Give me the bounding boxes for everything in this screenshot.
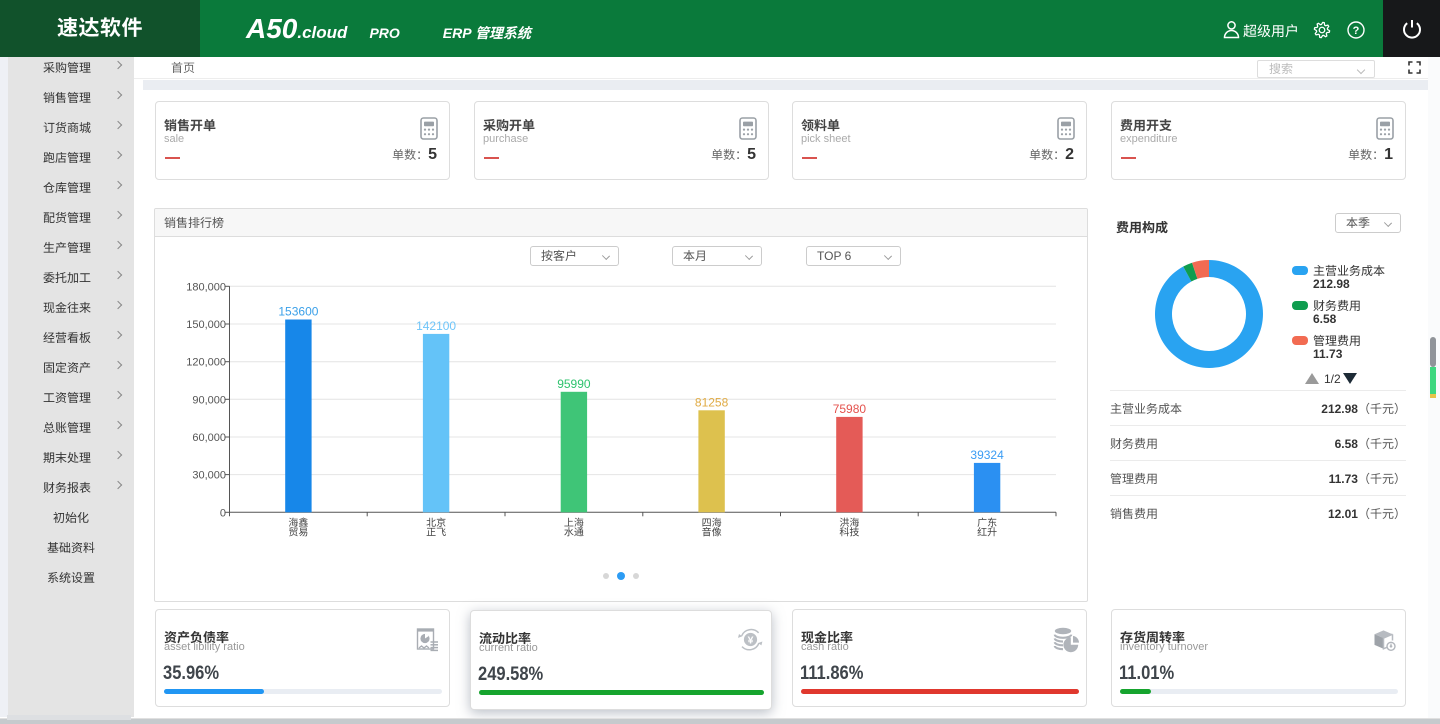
svg-text:贸易: 贸易 xyxy=(288,526,308,538)
svg-text:180,000: 180,000 xyxy=(186,281,226,293)
svg-text:正飞: 正飞 xyxy=(426,527,446,538)
svg-text:142100: 142100 xyxy=(416,319,456,333)
svg-text:科技: 科技 xyxy=(839,526,859,538)
svg-text:150,000: 150,000 xyxy=(186,319,226,331)
svg-text:81258: 81258 xyxy=(695,395,729,409)
svg-text:90,000: 90,000 xyxy=(192,394,226,406)
svg-text:红升: 红升 xyxy=(977,526,997,538)
svg-text:120,000: 120,000 xyxy=(186,357,226,369)
svg-text:水通: 水通 xyxy=(564,526,584,538)
svg-text:75980: 75980 xyxy=(833,402,867,416)
svg-text:30,000: 30,000 xyxy=(192,470,226,482)
svg-text:153600: 153600 xyxy=(278,305,318,319)
svg-text:95990: 95990 xyxy=(557,377,591,391)
svg-text:39324: 39324 xyxy=(970,448,1004,462)
svg-text:¥: ¥ xyxy=(748,634,754,646)
svg-text:0: 0 xyxy=(220,507,226,519)
svg-text:音像: 音像 xyxy=(702,526,722,538)
svg-text:?: ? xyxy=(1353,25,1360,37)
svg-text:60,000: 60,000 xyxy=(192,432,226,444)
